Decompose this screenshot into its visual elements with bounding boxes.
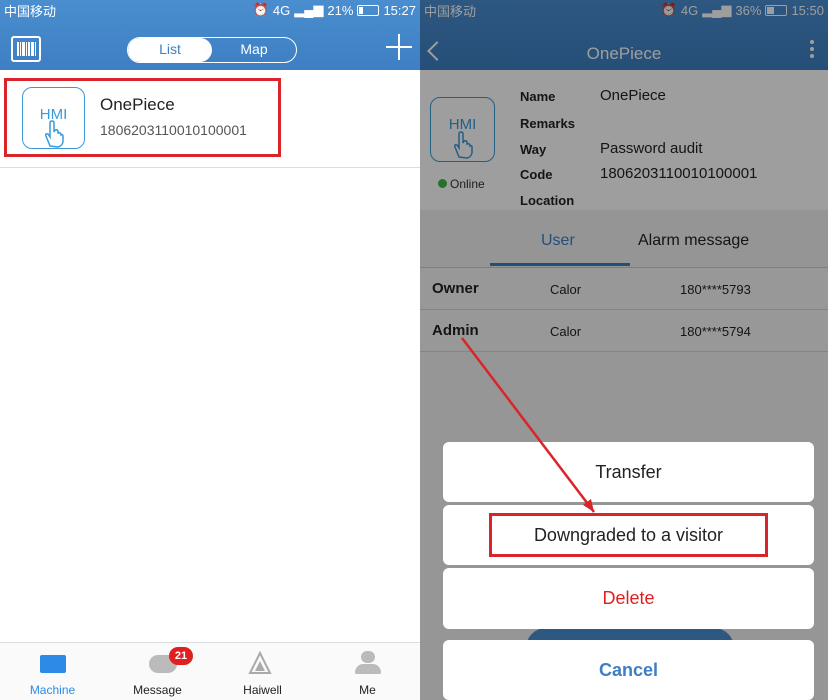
tab-list[interactable]: List <box>128 38 212 62</box>
user-icon <box>361 651 375 663</box>
user-icon-body <box>355 664 381 674</box>
tab-me-label: Me <box>359 683 376 697</box>
list-map-toggle: List Map <box>127 37 297 63</box>
transfer-label: Transfer <box>595 462 662 482</box>
tab-haiwell[interactable]: Haiwell <box>210 643 315 700</box>
cancel-button[interactable]: Cancel <box>443 640 814 700</box>
hmi-device-icon: HMI <box>22 87 85 149</box>
left-header: 中国移动 ⏰ 4G ▂▄▆ 21% 15:27 List Map <box>0 0 420 70</box>
status-bar: 中国移动 ⏰ 4G ▂▄▆ 21% 15:27 <box>0 0 420 20</box>
delete-button[interactable]: Delete <box>443 568 814 629</box>
bottom-tab-bar: Machine 21 Message Haiwell Me <box>0 642 420 700</box>
haiwell-icon <box>248 651 272 674</box>
machine-icon <box>40 655 66 673</box>
cancel-label: Cancel <box>598 660 659 680</box>
transfer-button[interactable]: Transfer <box>443 442 814 502</box>
tab-message[interactable]: 21 Message <box>105 643 210 700</box>
battery-percent: 21% <box>327 2 354 18</box>
highlight-box <box>489 513 768 557</box>
tab-haiwell-label: Haiwell <box>243 683 282 697</box>
scan-barcode-icon[interactable] <box>11 36 41 62</box>
tab-machine[interactable]: Machine <box>0 643 105 700</box>
device-name: OnePiece <box>100 95 175 114</box>
machine-list-screen: 中国移动 ⏰ 4G ▂▄▆ 21% 15:27 List Map HMI One… <box>0 0 420 700</box>
tab-message-label: Message <box>133 683 182 697</box>
message-badge: 21 <box>169 647 193 665</box>
tab-machine-label: Machine <box>29 683 76 697</box>
delete-label: Delete <box>602 588 655 608</box>
carrier-label: 中国移动 <box>4 3 57 19</box>
hand-pointer-icon <box>45 120 64 148</box>
network-label: 4G <box>272 2 291 18</box>
signal-icon: ▂▄▆ <box>294 2 324 17</box>
device-code: 1806203110010100001 <box>100 122 247 138</box>
add-device-icon[interactable] <box>386 34 412 60</box>
battery-icon <box>357 4 380 16</box>
device-detail-screen: 中国移动 ⏰ 4G ▂▄▆ 36% 15:50 OnePiece HMI Onl… <box>420 0 828 700</box>
alarm-icon: ⏰ <box>252 2 269 17</box>
tab-me[interactable]: Me <box>315 643 420 700</box>
clock: 15:27 <box>383 2 416 18</box>
tab-map[interactable]: Map <box>212 38 296 62</box>
